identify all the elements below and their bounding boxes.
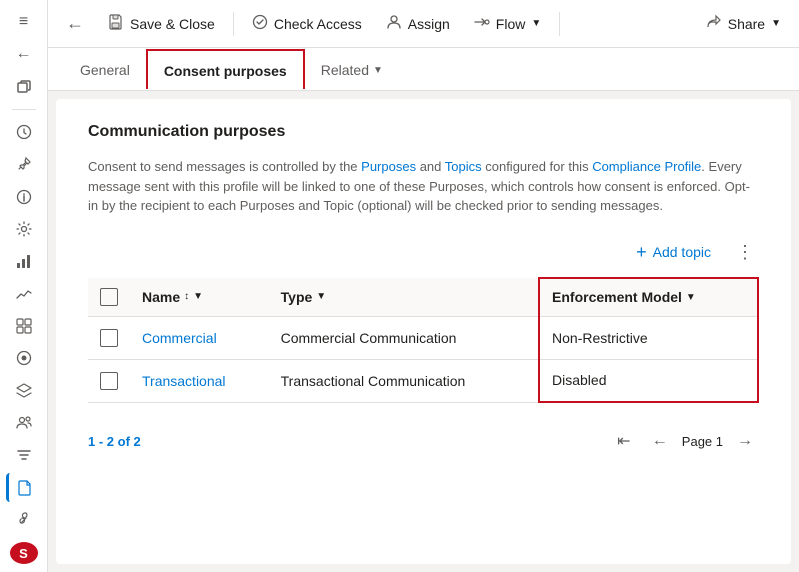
assign-button[interactable]: Assign bbox=[376, 8, 460, 39]
type-chevron-icon: ▼ bbox=[316, 291, 326, 302]
sidebar: ≡ ← S bbox=[0, 0, 48, 572]
more-options-button[interactable]: ⋮ bbox=[731, 238, 759, 266]
enforcement-sort-header[interactable]: Enforcement Model ▼ bbox=[552, 289, 745, 305]
toolbar: ← Save & Close Check Access Assign Flow bbox=[48, 0, 799, 48]
select-all-checkbox[interactable] bbox=[100, 288, 118, 306]
save-close-button[interactable]: Save & Close bbox=[98, 8, 225, 39]
trend-icon[interactable] bbox=[6, 279, 42, 307]
tab-bar: General Consent purposes Related ▼ bbox=[48, 48, 799, 91]
tab-related[interactable]: Related ▼ bbox=[305, 48, 399, 90]
row1-select[interactable] bbox=[88, 316, 130, 359]
menu-icon[interactable]: ≡ bbox=[6, 8, 42, 36]
share-button[interactable]: Share ▼ bbox=[696, 8, 791, 39]
table-row: Transactional Transactional Communicatio… bbox=[88, 359, 758, 402]
save-icon bbox=[108, 14, 124, 33]
row2-name: Transactional bbox=[130, 359, 269, 402]
compliance-profile-link[interactable]: Compliance Profile bbox=[592, 159, 701, 174]
table-header-row: Name ↕ ▼ Type ▼ Enforcement Model bbox=[88, 278, 758, 317]
layers-icon[interactable] bbox=[6, 376, 42, 404]
check-access-button[interactable]: Check Access bbox=[242, 8, 372, 39]
chart-icon[interactable] bbox=[6, 247, 42, 275]
next-page-button[interactable]: → bbox=[731, 427, 759, 455]
row1-name-link[interactable]: Commercial bbox=[142, 330, 217, 346]
main-panel: ← Save & Close Check Access Assign Flow bbox=[48, 0, 799, 572]
check-access-icon bbox=[252, 14, 268, 33]
share-icon bbox=[706, 14, 722, 33]
prev-page-button[interactable]: ← bbox=[646, 427, 674, 455]
type-sort-header[interactable]: Type ▼ bbox=[281, 289, 526, 305]
row2-enforcement: Disabled bbox=[539, 359, 758, 402]
row1-type: Commercial Communication bbox=[269, 316, 539, 359]
back-nav-icon[interactable]: ← bbox=[6, 40, 42, 68]
pagination: 1 - 2 of 2 ⇤ ← Page 1 → bbox=[88, 419, 759, 455]
flow-button[interactable]: Flow ▼ bbox=[464, 8, 551, 39]
name-chevron-icon: ▼ bbox=[193, 291, 203, 302]
people-icon[interactable] bbox=[6, 409, 42, 437]
user-avatar[interactable]: S bbox=[10, 542, 38, 564]
name-column-header[interactable]: Name ↕ ▼ bbox=[130, 278, 269, 317]
type-column-header[interactable]: Type ▼ bbox=[269, 278, 539, 317]
back-button[interactable]: ← bbox=[56, 7, 94, 40]
enforcement-chevron-icon: ▼ bbox=[686, 292, 696, 303]
gear-icon[interactable] bbox=[6, 215, 42, 243]
pin-icon[interactable] bbox=[6, 150, 42, 178]
add-icon: + bbox=[636, 242, 647, 263]
page-label: Page 1 bbox=[682, 434, 723, 449]
row2-name-link[interactable]: Transactional bbox=[142, 373, 226, 389]
flow-icon bbox=[474, 14, 490, 33]
info-text: Consent to send messages is controlled b… bbox=[88, 157, 759, 216]
page-count-highlight: 1 - 2 of 2 bbox=[88, 434, 141, 449]
section-title: Communication purposes bbox=[88, 123, 759, 141]
data-table: Name ↕ ▼ Type ▼ Enforcement Model bbox=[88, 277, 759, 404]
restore-window-icon[interactable] bbox=[6, 73, 42, 101]
settings2-icon[interactable] bbox=[6, 441, 42, 469]
purposes-link[interactable]: Purposes bbox=[361, 159, 416, 174]
assign-icon bbox=[386, 14, 402, 33]
save-close-label: Save & Close bbox=[130, 16, 215, 32]
enforcement-column-header[interactable]: Enforcement Model ▼ bbox=[539, 278, 758, 317]
page-nav: ⇤ ← Page 1 → bbox=[610, 427, 759, 455]
grid-icon[interactable] bbox=[6, 312, 42, 340]
share-label: Share bbox=[728, 16, 765, 32]
tab-general[interactable]: General bbox=[64, 48, 146, 90]
content-area: Communication purposes Consent to send m… bbox=[56, 99, 791, 564]
clock-icon[interactable] bbox=[6, 118, 42, 146]
link-icon[interactable] bbox=[6, 506, 42, 534]
toolbar-divider-2 bbox=[559, 12, 560, 36]
share-chevron-icon: ▼ bbox=[771, 18, 781, 29]
add-topic-label: Add topic bbox=[653, 244, 711, 260]
first-page-button[interactable]: ⇤ bbox=[610, 427, 638, 455]
row1-enforcement: Non-Restrictive bbox=[539, 316, 758, 359]
page-count: 1 - 2 of 2 bbox=[88, 434, 141, 449]
select-all-header bbox=[88, 278, 130, 317]
add-topic-button[interactable]: + Add topic bbox=[624, 236, 723, 269]
check-access-label: Check Access bbox=[274, 16, 362, 32]
info-icon[interactable] bbox=[6, 182, 42, 210]
tab-consent-purposes[interactable]: Consent purposes bbox=[146, 49, 305, 89]
name-sort-icon: ↕ bbox=[184, 291, 189, 302]
topics-link[interactable]: Topics bbox=[445, 159, 482, 174]
table-toolbar: + Add topic ⋮ bbox=[88, 236, 759, 269]
row1-name: Commercial bbox=[130, 316, 269, 359]
assign-label: Assign bbox=[408, 16, 450, 32]
table-row: Commercial Commercial Communication Non-… bbox=[88, 316, 758, 359]
row2-type: Transactional Communication bbox=[269, 359, 539, 402]
toolbar-divider-1 bbox=[233, 12, 234, 36]
document-active-icon[interactable] bbox=[6, 473, 42, 501]
row2-select[interactable] bbox=[88, 359, 130, 402]
related-chevron-icon: ▼ bbox=[373, 65, 383, 76]
row1-checkbox[interactable] bbox=[100, 329, 118, 347]
sidebar-divider-1 bbox=[12, 109, 36, 110]
flow-label: Flow bbox=[496, 16, 526, 32]
row2-checkbox[interactable] bbox=[100, 372, 118, 390]
toggle-icon[interactable] bbox=[6, 344, 42, 372]
flow-chevron-icon: ▼ bbox=[531, 18, 541, 29]
name-sort-header[interactable]: Name ↕ ▼ bbox=[142, 289, 257, 305]
